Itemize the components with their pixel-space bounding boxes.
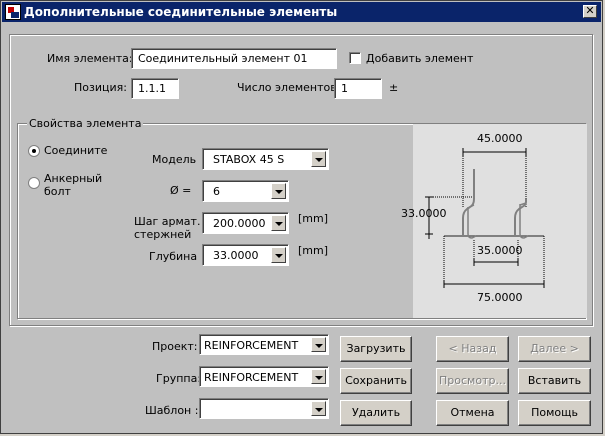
dim-bottom-label: 75.0000: [477, 291, 523, 304]
dim-top-label: 45.0000: [477, 132, 523, 145]
chevron-down-icon[interactable]: [311, 369, 326, 384]
dim-inner-label: 35.0000: [477, 244, 523, 257]
load-button[interactable]: Загрузить: [340, 336, 412, 362]
template-label: Шаблон :: [145, 404, 199, 417]
preview-button[interactable]: Просмотр...: [436, 368, 509, 394]
template-select[interactable]: [199, 398, 329, 419]
cancel-button[interactable]: Отмена: [436, 400, 509, 426]
next-button[interactable]: Далее >: [518, 336, 591, 362]
project-select[interactable]: REINFORCEMENT: [199, 334, 329, 355]
back-button[interactable]: < Назад: [436, 336, 509, 362]
chevron-down-icon[interactable]: [311, 337, 326, 352]
chevron-down-icon[interactable]: [311, 401, 326, 416]
help-button[interactable]: Помощь: [518, 400, 591, 426]
delete-button[interactable]: Удалить: [340, 400, 412, 426]
insert-button[interactable]: Вставить: [518, 368, 591, 394]
project-label: Проект:: [152, 340, 198, 353]
save-button[interactable]: Сохранить: [340, 368, 412, 394]
group-select-value: REINFORCEMENT: [204, 371, 299, 384]
group-label: Группа:: [156, 372, 202, 385]
project-select-value: REINFORCEMENT: [204, 339, 299, 352]
group-select[interactable]: REINFORCEMENT: [199, 366, 329, 387]
dim-left-label: 33.0000: [401, 207, 447, 220]
